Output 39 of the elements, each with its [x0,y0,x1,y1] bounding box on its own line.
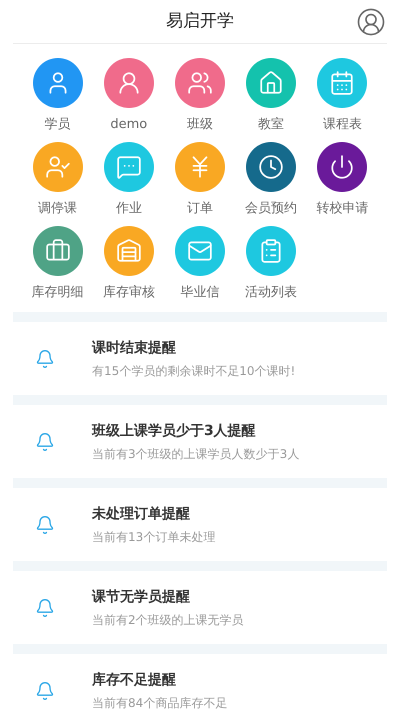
app-title: 易启开学 [166,10,234,33]
reminder-title: 库存不足提醒 [92,670,177,688]
chat-icon [116,154,142,180]
bell-icon [35,348,55,368]
reminder-detail: 当前有2个班级的上课无学员 [92,612,244,628]
menu-item[interactable]: 教室 [236,58,307,134]
group-icon [186,70,213,96]
menu-item[interactable]: 毕业信 [164,226,236,302]
reminder-detail: 当前有84个商品库存不足 [92,694,228,710]
power-icon [329,154,356,180]
calendar-icon [329,70,356,96]
menu-item[interactable]: 会员预约 [236,142,307,218]
menu-item[interactable]: 库存审核 [93,226,164,302]
reminder-title: 未处理订单提醒 [92,504,191,522]
reminder-title: 班级上课学员少于3人提醒 [92,422,257,440]
menu-item[interactable]: 订单 [164,142,236,218]
menu-item[interactable]: 转校申请 [306,142,378,218]
reminder-title: 课节无学员提醒 [92,588,191,606]
bell-icon [35,680,55,700]
menu-item[interactable]: 作业 [93,142,164,218]
menu-item[interactable]: demo [93,58,164,134]
bell-icon [35,432,55,452]
house-icon [258,70,284,96]
clock-icon [258,154,284,180]
person-icon [44,154,71,180]
menu-item[interactable]: 调停课 [22,142,94,218]
bell-icon [35,514,55,534]
reminder-detail: 当前有13个订单未处理 [92,528,216,544]
warehouse-icon [116,238,142,264]
menu-item[interactable]: 班级 [164,58,236,134]
menu-item[interactable]: 课程表 [306,58,378,134]
reminder-detail: 有15个学员的剩余课时不足10个课时! [92,362,296,378]
menu-item[interactable]: 学员 [22,58,94,134]
bell-icon [35,598,55,618]
account-icon[interactable] [356,7,386,37]
menu-item[interactable]: 活动列表 [236,226,307,302]
menu-item[interactable]: 库存明细 [22,226,94,302]
reminder-title: 课时结束提醒 [92,338,177,356]
reminder-detail: 当前有3个班级的上课学员人数少于3人 [92,446,300,462]
